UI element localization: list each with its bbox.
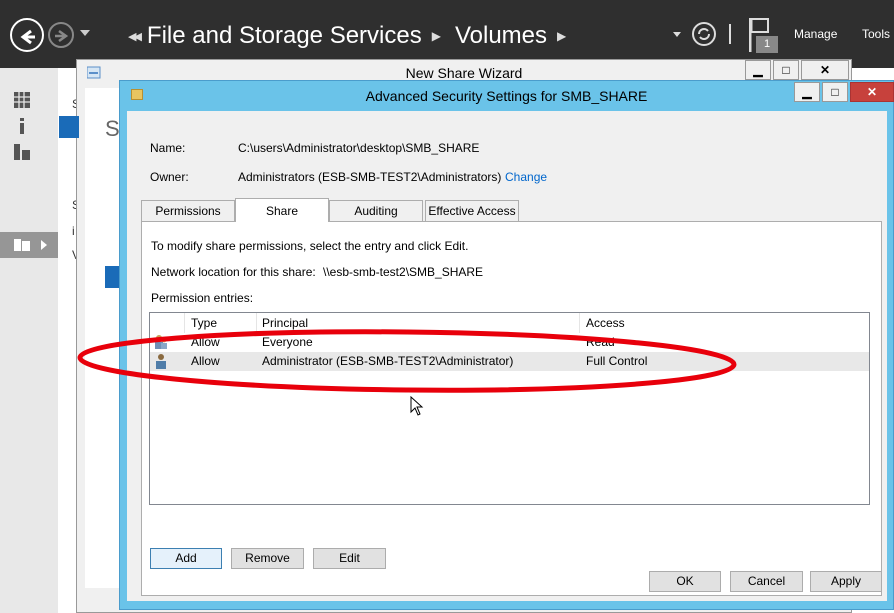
tab-permissions[interactable]: Permissions xyxy=(141,200,235,222)
wizard-close-button[interactable]: ✕ xyxy=(801,60,849,80)
file-storage-icon xyxy=(14,239,30,251)
dialog-body: Name: C:\users\Administrator\desktop\SMB… xyxy=(127,111,887,601)
forward-arrow-icon xyxy=(55,29,69,43)
user-icon xyxy=(156,354,166,369)
dashboard-icon[interactable] xyxy=(14,92,30,108)
dialog-minimize-button[interactable]: ▁ xyxy=(794,82,820,102)
tools-menu[interactable]: Tools xyxy=(862,27,890,41)
entry-type: Allow xyxy=(191,354,220,368)
server-manager-header: ◀◀ File and Storage Services ▶ Volumes ▶… xyxy=(0,0,894,68)
forward-button[interactable] xyxy=(48,22,74,48)
all-servers-icon[interactable] xyxy=(14,144,30,160)
breadcrumb: ◀◀ File and Storage Services ▶ Volumes ▶ xyxy=(128,22,580,50)
owner-value: Administrators (ESB-SMB-TEST2\Administra… xyxy=(238,170,502,184)
entry-access: Full Control xyxy=(586,354,648,368)
dialog-title-bar[interactable]: Advanced Security Settings for SMB_SHARE… xyxy=(120,81,894,111)
edit-button[interactable]: Edit xyxy=(313,548,386,569)
left-navigation xyxy=(0,68,58,613)
wizard-maximize-button[interactable]: □ xyxy=(773,60,799,80)
wizard-step-marker xyxy=(59,116,79,138)
owner-label: Owner: xyxy=(150,170,189,184)
mouse-cursor-icon xyxy=(410,396,424,416)
column-header-icon xyxy=(150,313,185,333)
chevron-right-icon xyxy=(41,240,47,250)
refresh-icon[interactable] xyxy=(692,22,716,46)
name-value: C:\users\Administrator\desktop\SMB_SHARE xyxy=(238,141,480,155)
tab-auditing[interactable]: Auditing xyxy=(329,200,423,222)
tab-effective-access[interactable]: Effective Access xyxy=(425,200,519,222)
column-header-access[interactable]: Access xyxy=(580,313,869,333)
share-tab-panel: To modify share permissions, select the … xyxy=(141,221,882,596)
breadcrumb-separator-icon: ▶ xyxy=(557,29,567,43)
column-header-principal[interactable]: Principal xyxy=(257,313,580,333)
back-arrow-icon xyxy=(20,29,35,45)
breadcrumb-item[interactable]: Volumes xyxy=(455,22,547,50)
back-button[interactable] xyxy=(10,18,44,52)
entry-type: Allow xyxy=(191,335,220,349)
apply-button[interactable]: Apply xyxy=(810,571,882,592)
cancel-button[interactable]: Cancel xyxy=(730,571,803,592)
dialog-maximize-button[interactable]: □ xyxy=(822,82,848,102)
wizard-minimize-button[interactable]: ▁ xyxy=(745,60,771,80)
header-divider xyxy=(729,24,731,44)
notification-count-badge: 1 xyxy=(756,36,778,53)
background-text: i xyxy=(72,224,75,238)
manage-menu[interactable]: Manage xyxy=(794,27,837,41)
dialog-close-button[interactable]: ✕ xyxy=(850,82,894,102)
network-location-label: Network location for this share: xyxy=(151,265,316,279)
add-button[interactable]: Add xyxy=(150,548,222,569)
permission-entries-label: Permission entries: xyxy=(151,291,254,305)
tab-share[interactable]: Share xyxy=(235,198,329,222)
local-server-icon[interactable] xyxy=(14,118,30,134)
wizard-heading: S xyxy=(105,116,120,141)
wizard-title: New Share Wizard xyxy=(405,65,523,81)
table-row[interactable]: Allow Everyone Read xyxy=(150,333,869,352)
column-header-type[interactable]: Type xyxy=(185,313,257,333)
entry-access: Read xyxy=(586,335,615,349)
network-location-value: \\esb-smb-test2\SMB_SHARE xyxy=(323,265,484,279)
wizard-app-icon xyxy=(87,66,101,79)
advanced-security-dialog: Advanced Security Settings for SMB_SHARE… xyxy=(119,80,894,610)
entry-principal: Administrator (ESB-SMB-TEST2\Administrat… xyxy=(262,354,514,368)
remove-button[interactable]: Remove xyxy=(231,548,304,569)
instruction-text: To modify share permissions, select the … xyxy=(151,239,469,253)
breadcrumb-dropdown-icon[interactable] xyxy=(673,32,681,37)
change-owner-link[interactable]: Change xyxy=(505,170,547,184)
table-row[interactable]: Allow Administrator (ESB-SMB-TEST2\Admin… xyxy=(150,352,869,371)
history-dropdown-icon[interactable] xyxy=(80,30,90,36)
nav-item-file-storage-services[interactable] xyxy=(0,232,58,258)
breadcrumb-item[interactable]: File and Storage Services xyxy=(147,22,422,50)
breadcrumb-separator-icon: ▶ xyxy=(431,29,441,43)
folder-icon xyxy=(131,89,143,100)
permission-entries-list[interactable]: Type Principal Access Allow Everyone Rea… xyxy=(149,312,870,505)
group-icon xyxy=(155,335,167,349)
name-label: Name: xyxy=(150,141,186,155)
breadcrumb-overflow-icon[interactable]: ◀◀ xyxy=(128,30,142,43)
dialog-title: Advanced Security Settings for SMB_SHARE xyxy=(365,88,648,104)
entry-principal: Everyone xyxy=(262,335,313,349)
ok-button[interactable]: OK xyxy=(649,571,721,592)
